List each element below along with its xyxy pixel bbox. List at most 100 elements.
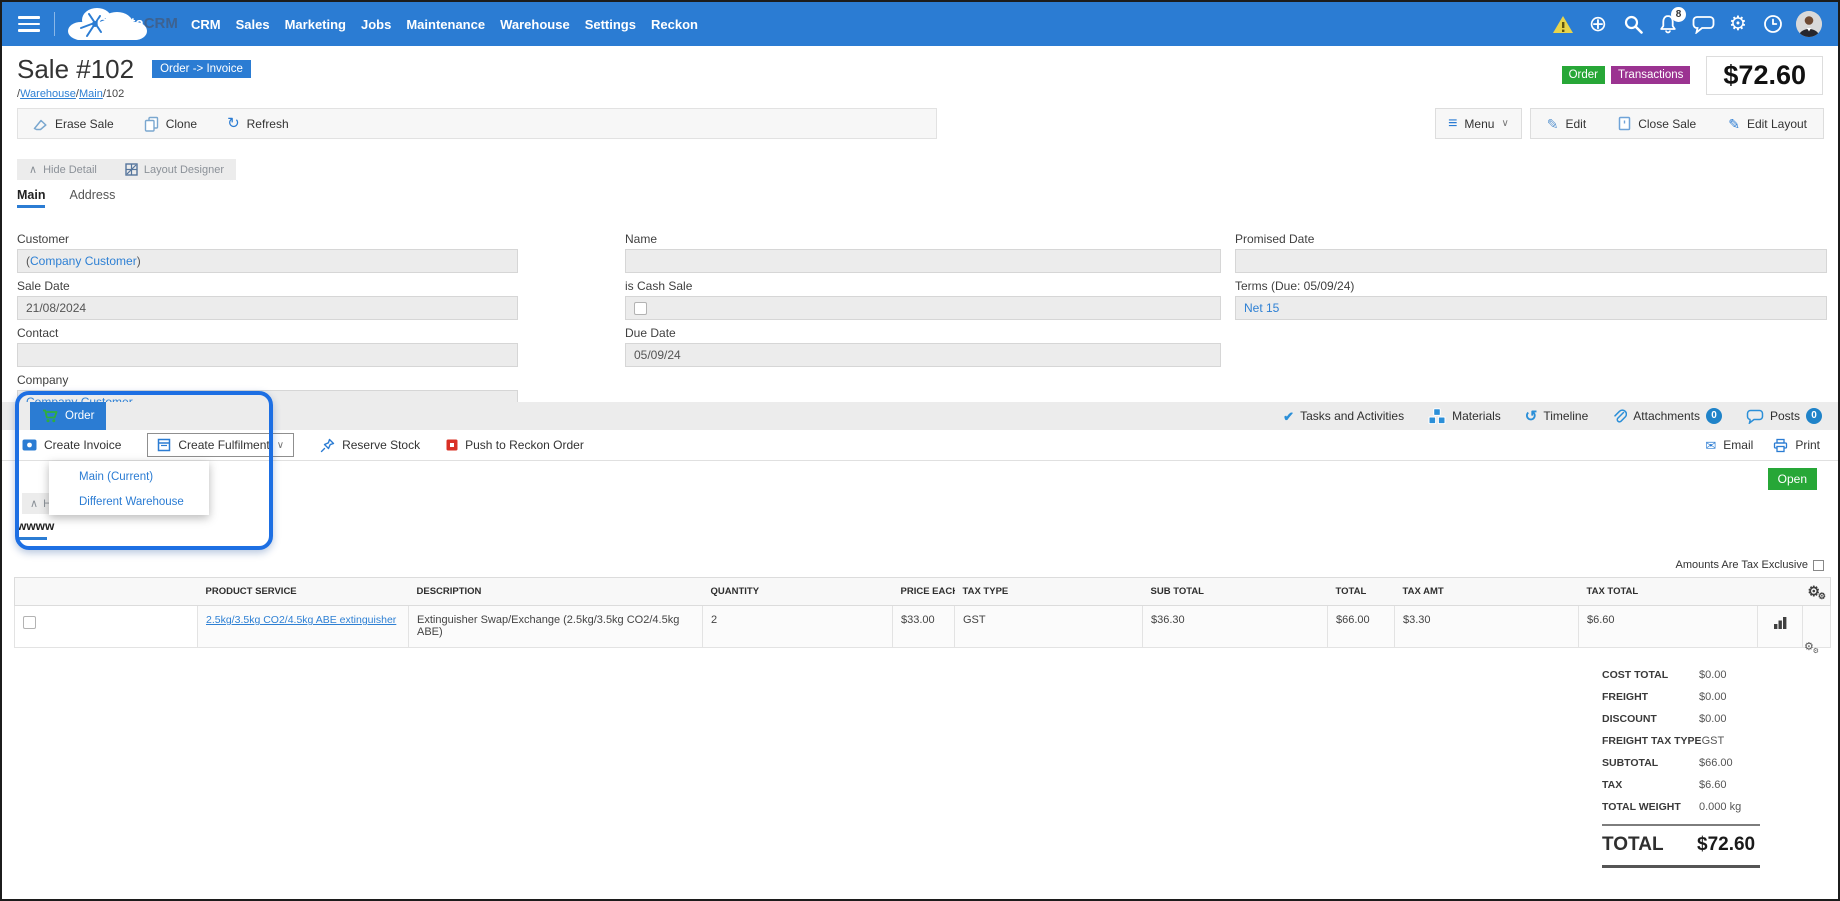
tab-main[interactable]: Main — [17, 188, 45, 208]
contact-field[interactable] — [17, 343, 518, 367]
product-link[interactable]: 2.5kg/3.5kg CO2/4.5kg ABE extinguisher — [206, 614, 396, 626]
edit-button[interactable]: ✎ Edit — [1531, 109, 1602, 138]
breadcrumb-main-link[interactable]: Main — [79, 88, 103, 100]
close-sale-button[interactable]: Close Sale — [1602, 109, 1712, 138]
nav-item-jobs[interactable]: Jobs — [361, 17, 391, 32]
print-button[interactable]: Print — [1773, 438, 1820, 453]
partial-tab-underline — [17, 537, 47, 540]
nav-item-sales[interactable]: Sales — [236, 17, 270, 32]
gear-icon[interactable]: ⚙ — [1726, 12, 1750, 36]
cell-quantity: 2 — [703, 606, 893, 648]
clock-icon[interactable] — [1761, 12, 1785, 36]
col-tax-total[interactable]: TAX TOTAL — [1579, 578, 1758, 606]
row-chart-cell[interactable] — [1758, 606, 1803, 648]
nav-item-reckon[interactable]: Reckon — [651, 17, 698, 32]
col-tax-type[interactable]: TAX TYPE — [955, 578, 1143, 606]
tab-order[interactable]: Order — [30, 402, 106, 430]
nav-item-marketing[interactable]: Marketing — [285, 17, 346, 32]
clone-button[interactable]: Clone — [144, 116, 197, 132]
form-column-2: Name is Cash Sale Due Date 05/09/24 — [625, 232, 1221, 373]
search-icon[interactable] — [1621, 12, 1645, 36]
paren: ) — [137, 254, 141, 268]
due-date-field[interactable]: 05/09/24 — [625, 343, 1221, 367]
dropdown-item-main-current[interactable]: Main (Current) — [49, 465, 209, 490]
sale-date-label: Sale Date — [17, 279, 518, 296]
nav-item-crm[interactable]: CRM — [191, 17, 221, 32]
terms-label: Terms (Due: 05/09/24) — [1235, 279, 1827, 296]
col-sub-total[interactable]: SUB TOTAL — [1143, 578, 1328, 606]
materials-link[interactable]: Materials — [1428, 408, 1501, 425]
totals-value: $0.00 — [1699, 669, 1727, 681]
tab-address[interactable]: Address — [69, 188, 115, 208]
dropdown-item-different-warehouse[interactable]: Different Warehouse — [49, 490, 209, 515]
chevron-up-icon: ∧ — [29, 163, 37, 176]
breadcrumb-warehouse-link[interactable]: Warehouse — [20, 88, 76, 100]
close-sale-label: Close Sale — [1638, 117, 1696, 131]
chat-icon[interactable] — [1691, 12, 1715, 36]
totals-value: GST — [1702, 735, 1725, 747]
tax-exclusive-label: Amounts Are Tax Exclusive — [1676, 559, 1808, 571]
col-quantity[interactable]: QUANTITY — [703, 578, 893, 606]
col-description[interactable]: DESCRIPTION — [409, 578, 703, 606]
promised-date-field[interactable] — [1235, 249, 1827, 273]
totals-divider — [1602, 824, 1760, 826]
nav-item-settings[interactable]: Settings — [585, 17, 636, 32]
attachments-link[interactable]: Attachments 0 — [1612, 408, 1722, 424]
totals-settings-gears-icon[interactable]: ⚙ — [1804, 642, 1814, 653]
attachments-label: Attachments — [1633, 409, 1700, 423]
warning-icon[interactable] — [1551, 12, 1575, 36]
nav-item-warehouse[interactable]: Warehouse — [500, 17, 570, 32]
erase-sale-button[interactable]: Erase Sale — [32, 116, 114, 132]
terms-field[interactable]: Net 15 — [1235, 296, 1827, 320]
tasks-and-activities-link[interactable]: ✔ Tasks and Activities — [1283, 409, 1404, 423]
customer-link[interactable]: Company Customer — [30, 254, 137, 268]
refresh-button[interactable]: ↻ Refresh — [227, 116, 289, 131]
push-to-reckon-label: Push to Reckon Order — [465, 438, 584, 452]
email-button[interactable]: ✉ Email — [1705, 438, 1753, 452]
name-field[interactable] — [625, 249, 1221, 273]
menu-button[interactable]: ≡ Menu ∨ — [1435, 108, 1522, 139]
nav-item-maintenance[interactable]: Maintenance — [406, 17, 485, 32]
add-plus-icon[interactable]: ⊕ — [1586, 12, 1610, 36]
clone-label: Clone — [166, 117, 197, 131]
col-total[interactable]: TOTAL — [1328, 578, 1395, 606]
notifications-bell-icon[interactable]: 8 — [1656, 12, 1680, 36]
order-tab-label: Order — [65, 410, 94, 422]
creatacrm-logo[interactable]: CreataCRM — [65, 2, 185, 46]
customer-label: Customer — [17, 232, 518, 249]
create-fulfilment-dropdown-button[interactable]: Create Fulfilment ∨ — [147, 433, 294, 457]
bar-chart-icon — [1773, 616, 1788, 629]
tax-exclusive-checkbox[interactable] — [1813, 560, 1824, 571]
contact-label: Contact — [17, 326, 518, 343]
push-to-reckon-button[interactable]: Push to Reckon Order — [446, 438, 584, 452]
create-invoice-button[interactable]: Create Invoice — [22, 438, 121, 452]
hamburger-menu-icon[interactable] — [18, 16, 40, 32]
materials-label: Materials — [1452, 409, 1501, 423]
totals-value: $6.60 — [1699, 779, 1727, 791]
is-cash-sale-checkbox[interactable] — [634, 302, 647, 315]
cell-sub-total: $36.30 — [1143, 606, 1328, 648]
layout-designer-button[interactable]: Layout Designer — [125, 163, 224, 176]
promised-date-label: Promised Date — [1235, 232, 1827, 249]
table-settings-header[interactable]: ⚙ — [1758, 578, 1831, 606]
posts-chat-icon — [1746, 409, 1764, 424]
timeline-link[interactable]: ↺ Timeline — [1525, 409, 1588, 424]
terms-link[interactable]: Net 15 — [1244, 301, 1279, 315]
open-button[interactable]: Open — [1768, 468, 1817, 490]
row-checkbox[interactable] — [23, 616, 36, 629]
sale-date-field[interactable]: 21/08/2024 — [17, 296, 518, 320]
transactions-badge[interactable]: Transactions — [1611, 66, 1690, 84]
reserve-stock-button[interactable]: Reserve Stock — [320, 438, 420, 453]
col-product-service[interactable]: PRODUCT SERVICE — [198, 578, 409, 606]
edit-layout-button[interactable]: ✎ Edit Layout — [1712, 109, 1823, 138]
table-row[interactable]: 2.5kg/3.5kg CO2/4.5kg ABE extinguisher E… — [15, 606, 1831, 648]
partial-tab-label[interactable]: wwww — [17, 519, 54, 533]
col-price-each[interactable]: PRICE EACH — [893, 578, 955, 606]
edit-label: Edit — [1566, 117, 1587, 131]
customer-field[interactable]: (Company Customer) — [17, 249, 518, 273]
posts-link[interactable]: Posts 0 — [1746, 408, 1822, 424]
user-avatar[interactable] — [1796, 11, 1822, 37]
hide-detail-button[interactable]: ∧ Hide Detail — [29, 163, 97, 176]
eraser-icon — [32, 116, 48, 132]
col-tax-amt[interactable]: TAX AMT — [1395, 578, 1579, 606]
